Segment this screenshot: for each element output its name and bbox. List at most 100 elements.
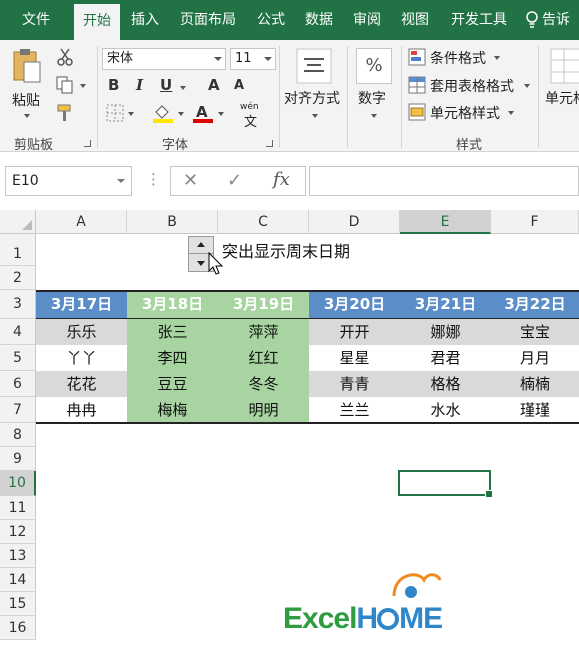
cell-styles-dropdown-icon[interactable]	[508, 111, 514, 115]
table-cell[interactable]: 萍萍	[218, 319, 309, 345]
table-cell[interactable]: 明明	[218, 397, 309, 423]
number-dropdown-icon[interactable]	[371, 114, 377, 118]
row-header-1[interactable]: 1	[0, 234, 36, 266]
conditional-format-button[interactable]: 条件格式	[430, 48, 486, 68]
row-header-7[interactable]: 7	[0, 397, 36, 423]
cell-styles-icon[interactable]	[408, 103, 426, 125]
tab-tell-me[interactable]: 告诉	[542, 0, 579, 40]
cells-icon[interactable]	[550, 48, 579, 88]
copy-icon[interactable]	[56, 76, 74, 98]
insert-function-icon[interactable]: fx	[273, 169, 290, 190]
conditional-format-dropdown-icon[interactable]	[494, 56, 500, 60]
table-cell[interactable]: 梅梅	[127, 397, 218, 423]
phonetic-button[interactable]: wén 文	[240, 102, 264, 130]
cells-button[interactable]: 单元格	[545, 88, 579, 108]
column-header-d[interactable]: D	[309, 210, 400, 234]
table-cell[interactable]: 乐乐	[36, 319, 127, 345]
tab-view[interactable]: 视图	[394, 0, 436, 40]
table-cell[interactable]: 丫丫	[36, 345, 127, 371]
select-all-corner[interactable]	[0, 210, 36, 234]
date-header-cell[interactable]: 3月21日	[400, 291, 491, 318]
format-as-table-icon[interactable]	[408, 76, 426, 98]
border-icon[interactable]	[106, 104, 124, 126]
tab-insert[interactable]: 插入	[124, 0, 166, 40]
date-header-cell[interactable]: 3月17日	[36, 291, 127, 318]
row-header-3[interactable]: 3	[0, 290, 36, 319]
table-cell[interactable]: 娜娜	[400, 319, 491, 345]
tab-review[interactable]: 审阅	[346, 0, 388, 40]
format-painter-icon[interactable]	[56, 104, 74, 126]
table-cell[interactable]: 水水	[400, 397, 491, 423]
format-as-table-dropdown-icon[interactable]	[524, 84, 530, 88]
tab-formulas[interactable]: 公式	[250, 0, 292, 40]
font-launcher-icon[interactable]	[266, 140, 273, 147]
paste-dropdown-icon[interactable]	[24, 114, 30, 118]
italic-button[interactable]: I	[136, 76, 143, 94]
tab-file[interactable]: 文件	[8, 0, 64, 40]
font-name-combo[interactable]: 宋体	[102, 48, 226, 70]
date-header-cell[interactable]: 3月19日	[218, 291, 309, 318]
row-header-4[interactable]: 4	[0, 319, 36, 345]
fill-color-dropdown-icon[interactable]	[178, 112, 184, 116]
table-cell[interactable]: 瑾瑾	[491, 397, 579, 423]
table-cell[interactable]: 月月	[491, 345, 579, 371]
row-header-5[interactable]: 5	[0, 345, 36, 371]
bold-button[interactable]: B	[108, 76, 119, 94]
table-cell[interactable]: 兰兰	[309, 397, 400, 423]
paste-icon[interactable]	[12, 48, 42, 88]
row-header-8[interactable]: 8	[0, 423, 36, 447]
paste-button[interactable]: 粘贴	[12, 90, 40, 110]
conditional-format-icon[interactable]	[408, 48, 426, 70]
table-cell[interactable]: 李四	[127, 345, 218, 371]
table-cell[interactable]: 青青	[309, 371, 400, 397]
cut-icon[interactable]	[56, 48, 74, 70]
row-header-6[interactable]: 6	[0, 371, 36, 397]
clipboard-launcher-icon[interactable]	[84, 140, 91, 147]
column-header-c[interactable]: C	[218, 210, 309, 234]
tab-home[interactable]: 开始	[74, 4, 120, 40]
table-cell[interactable]: 宝宝	[491, 319, 579, 345]
table-cell[interactable]: 冉冉	[36, 397, 127, 423]
column-header-b[interactable]: B	[127, 210, 218, 234]
copy-dropdown-icon[interactable]	[80, 84, 86, 88]
tab-data[interactable]: 数据	[298, 0, 340, 40]
table-cell[interactable]: 楠楠	[491, 371, 579, 397]
fill-color-icon[interactable]	[152, 102, 174, 128]
decrease-font-button[interactable]: A	[234, 78, 244, 93]
table-cell[interactable]: 格格	[400, 371, 491, 397]
font-size-combo[interactable]: 11	[230, 48, 276, 70]
column-header-e[interactable]: E	[400, 210, 491, 234]
alignment-button[interactable]: 对齐方式	[284, 88, 340, 108]
table-cell[interactable]: 开开	[309, 319, 400, 345]
date-header-cell[interactable]: 3月18日	[127, 291, 218, 318]
font-color-dropdown-icon[interactable]	[218, 112, 224, 116]
alignment-dropdown-icon[interactable]	[312, 114, 318, 118]
alignment-icon[interactable]	[296, 48, 332, 88]
column-header-f[interactable]: F	[491, 210, 579, 234]
table-cell[interactable]: 冬冬	[218, 371, 309, 397]
date-header-cell[interactable]: 3月22日	[491, 291, 579, 318]
underline-dropdown-icon[interactable]	[180, 86, 186, 90]
enter-icon[interactable]: ✓	[227, 170, 242, 191]
table-cell[interactable]: 豆豆	[127, 371, 218, 397]
formula-input[interactable]	[309, 166, 579, 196]
cell-styles-button[interactable]: 单元格样式	[430, 103, 500, 123]
table-cell[interactable]: 君君	[400, 345, 491, 371]
row-header-2[interactable]: 2	[0, 266, 36, 290]
cancel-icon[interactable]: ✕	[183, 170, 198, 191]
name-box[interactable]: E10	[5, 166, 132, 196]
increase-font-button[interactable]: A	[208, 76, 220, 94]
row-header-12[interactable]: 12	[0, 520, 36, 544]
active-cell[interactable]	[398, 470, 493, 498]
number-format-button[interactable]: 数字	[358, 88, 386, 108]
row-header-10[interactable]: 10	[0, 471, 36, 496]
row-header-9[interactable]: 9	[0, 447, 36, 471]
table-cell[interactable]: 红红	[218, 345, 309, 371]
percent-icon[interactable]: %	[356, 48, 392, 84]
row-header-15[interactable]: 15	[0, 592, 36, 616]
font-color-icon[interactable]: A	[192, 102, 214, 128]
row-header-16[interactable]: 16	[0, 616, 36, 640]
tab-developer[interactable]: 开发工具	[442, 0, 516, 40]
table-cell[interactable]: 张三	[127, 319, 218, 345]
row-header-13[interactable]: 13	[0, 544, 36, 568]
